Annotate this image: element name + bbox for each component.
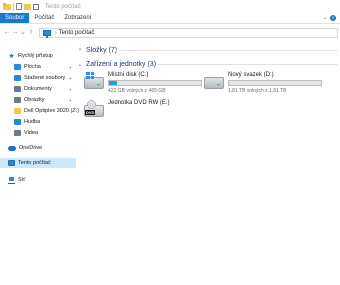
cloud-icon [8, 145, 16, 151]
sidebar-item-label: Stažené soubory [24, 75, 66, 81]
drive-d[interactable]: Nový svazek (D:) 1,81 TB volných z 1,81 … [204, 72, 322, 94]
group-divider [158, 64, 338, 65]
drive-free-space: 422 GB volných z 465 GB [108, 88, 166, 94]
sidebar-item-pictures[interactable]: Obrázky ✦ [14, 95, 74, 105]
sidebar-item-quick-access[interactable]: ★ Rychlý přístup [8, 51, 74, 61]
folder-icon [3, 2, 11, 10]
group-divider [116, 50, 338, 51]
new-folder-icon[interactable] [24, 3, 31, 10]
quick-access-toolbar [3, 2, 41, 11]
up-button[interactable]: ↑ [27, 28, 35, 38]
system-drive-icon [84, 72, 104, 89]
sidebar-item-videos[interactable]: Videa [14, 128, 74, 138]
tab-computer[interactable]: Počítač [29, 13, 59, 23]
drive-name: Místní disk (C:) [108, 72, 149, 78]
ribbon-tabs: Soubor Počítač Zobrazení ⌄ ? [0, 13, 340, 24]
devices-group-header[interactable]: ⌄ Zařízení a jednotky (3) [76, 59, 156, 69]
documents-icon [14, 86, 21, 92]
drive-usage-bar [228, 80, 322, 86]
sidebar-item-label: Síť [18, 177, 26, 183]
drive-usage-bar [108, 80, 202, 86]
pin-icon[interactable]: ✦ [69, 65, 74, 70]
sidebar-item-desktop[interactable]: Plocha ✦ [14, 62, 74, 72]
toolbar-divider [13, 2, 14, 11]
window-title: Tento počítač [45, 3, 81, 10]
back-button[interactable]: ← [3, 28, 11, 38]
chevron-down-icon[interactable]: ⌄ [76, 61, 84, 68]
recent-locations-button[interactable]: ⌄ [19, 28, 27, 38]
sidebar-item-label: Obrázky [24, 97, 45, 103]
tab-file[interactable]: Soubor [0, 13, 30, 23]
sidebar-item-label: Dell Optiplex 3020 (Z:) [24, 108, 80, 114]
sidebar-item-label: OneDrive [19, 145, 43, 151]
group-title: Zařízení a jednotky (3) [86, 60, 157, 68]
drive-usage-fill [109, 81, 118, 85]
sidebar-item-label: Tento počítač [18, 160, 51, 166]
properties-icon[interactable] [16, 3, 22, 10]
network-icon [8, 176, 15, 184]
pin-icon[interactable]: ✦ [69, 98, 74, 103]
computer-icon [43, 30, 51, 38]
sidebar-item-this-pc[interactable]: Tento počítač [0, 158, 76, 168]
help-icon[interactable]: ? [330, 15, 336, 21]
sidebar-item-label: Plocha [24, 64, 41, 70]
drive-free-space: 1,81 TB volných z 1,81 TB [228, 88, 287, 94]
sidebar-item-documents[interactable]: Dokumenty ✦ [14, 84, 74, 94]
pin-icon[interactable]: ✦ [69, 87, 74, 92]
tab-view[interactable]: Zobrazení [59, 13, 96, 23]
pin-icon[interactable]: ✦ [69, 76, 74, 81]
forward-button[interactable]: → [11, 28, 19, 38]
sidebar-item-label: Videa [24, 130, 38, 136]
content-pane: › Složky (7) ⌄ Zařízení a jednotky (3) M… [76, 44, 340, 285]
drive-e[interactable]: DVD Jednotka DVD RW (E:) [84, 100, 170, 117]
dvd-badge: DVD [85, 110, 96, 115]
sidebar-item-label: Hudba [24, 119, 41, 125]
group-title: Složky (7) [86, 46, 118, 54]
ribbon-right-controls: ⌄ ? [323, 13, 340, 23]
chevron-down-icon[interactable]: ⌄ [323, 15, 327, 21]
drive-c[interactable]: Místní disk (C:) 422 GB volných z 465 GB [84, 72, 202, 94]
desktop-icon [14, 64, 21, 70]
sidebar-item-label: Dokumenty [24, 86, 52, 92]
drive-name: Nový svazek (D:) [228, 72, 274, 78]
address-bar[interactable]: › Tento počítač [39, 28, 338, 38]
chevron-right-icon[interactable]: › [55, 30, 57, 36]
star-icon: ★ [8, 53, 15, 60]
sidebar-item-downloads[interactable]: Stažené soubory ✦ [14, 73, 74, 83]
video-icon [14, 130, 21, 136]
navigation-bar: ← → ⌄ ↑ › Tento počítač [0, 24, 340, 42]
toolbar-customize-icon[interactable] [33, 3, 39, 10]
dvd-drive-icon: DVD [84, 100, 104, 117]
pictures-icon [14, 97, 21, 103]
sidebar-item-onedrive[interactable]: OneDrive [8, 143, 74, 153]
title-bar: Tento počítač [0, 0, 340, 13]
sidebar-item-label: Rychlý přístup [18, 53, 53, 59]
drive-name: Jednotka DVD RW (E:) [108, 100, 170, 106]
navigation-pane: ★ Rychlý přístup Plocha ✦ Stažené soubor… [0, 44, 80, 285]
computer-icon [8, 160, 15, 166]
hard-drive-icon [204, 72, 224, 89]
chevron-right-icon[interactable]: › [76, 47, 84, 53]
sidebar-item-network[interactable]: Síť [8, 175, 74, 185]
sidebar-item-network-folder[interactable]: Dell Optiplex 3020 (Z:) [14, 106, 80, 116]
folder-icon [14, 108, 21, 114]
address-path: Tento počítač [58, 30, 95, 36]
sidebar-item-music[interactable]: Hudba [14, 117, 74, 127]
music-icon [14, 119, 21, 125]
downloads-icon [14, 75, 21, 81]
folders-group-header[interactable]: › Složky (7) [76, 45, 117, 55]
